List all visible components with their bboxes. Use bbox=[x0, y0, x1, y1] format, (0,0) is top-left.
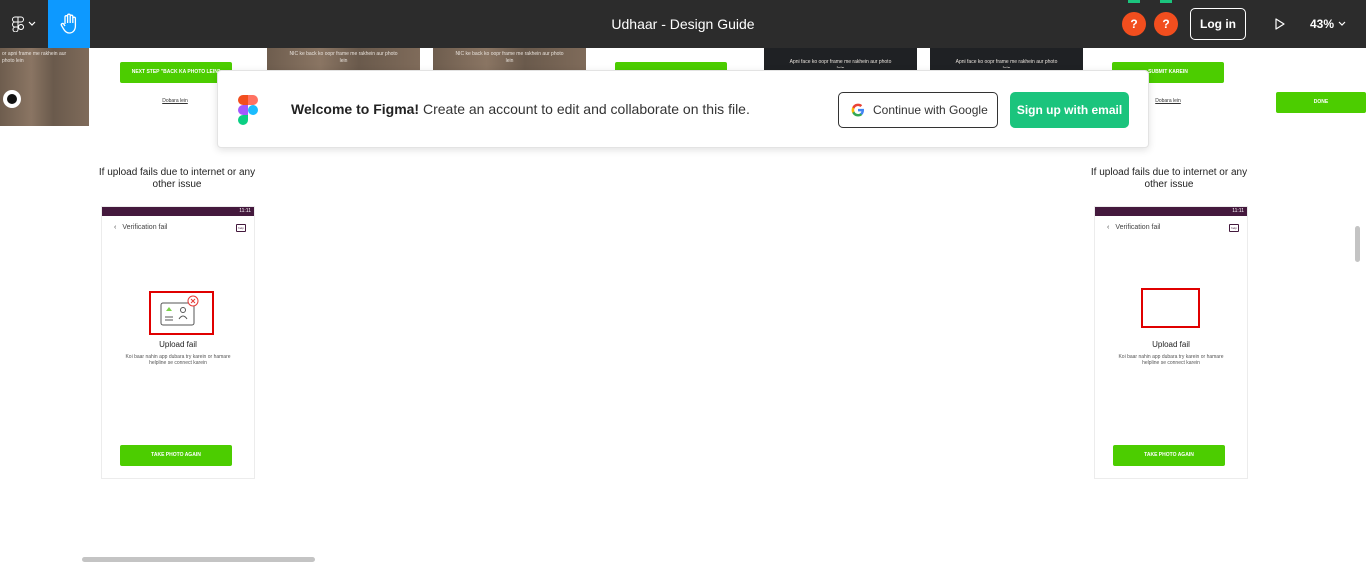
google-icon bbox=[851, 103, 864, 117]
welcome-rest: Create an account to edit and collaborat… bbox=[419, 101, 750, 117]
hand-icon bbox=[60, 13, 77, 34]
continue-with-google-button[interactable]: Continue with Google bbox=[838, 92, 998, 128]
app-header: ‹ Verification fail bbox=[114, 224, 167, 231]
user-avatar-2[interactable]: ? bbox=[1154, 12, 1178, 36]
empty-illustration-box bbox=[1141, 288, 1200, 328]
horizontal-scrollbar[interactable] bbox=[82, 557, 315, 562]
figma-menu-icon bbox=[12, 16, 24, 32]
take-photo-again-button[interactable]: TAKE PHOTO AGAIN bbox=[120, 445, 232, 466]
status-time: 11:11 bbox=[1232, 208, 1244, 214]
vertical-scrollbar[interactable] bbox=[1355, 226, 1360, 262]
left-caption: If upload fails due to internet or any o… bbox=[98, 167, 256, 190]
frame-photo-5: Apni face ko oopr frame me rakhein aur p… bbox=[930, 48, 1083, 70]
take-photo-again-button[interactable]: TAKE PHOTO AGAIN bbox=[1113, 445, 1225, 466]
dobara-lein-link-1[interactable]: Dobara lein bbox=[150, 98, 200, 104]
status-bar: 11:11 bbox=[1095, 207, 1247, 216]
upload-fail-title: Upload fail bbox=[159, 340, 197, 349]
top-bar: Udhaar - Design Guide ? ? Log in 43% bbox=[0, 0, 1366, 48]
welcome-bold: Welcome to Figma! bbox=[291, 101, 420, 117]
dobara-lein-link-2[interactable]: Dobara lein bbox=[1143, 98, 1193, 104]
frame-photo-2: NIC ke back ko oopr frame me rakhein aur… bbox=[267, 48, 420, 70]
figma-logo-icon bbox=[238, 95, 258, 125]
sign-up-with-email-button[interactable]: Sign up with email bbox=[1010, 92, 1129, 128]
frame-photo-3: NIC ke back ko oopr frame me rakhein aur… bbox=[433, 48, 586, 70]
right-phone-frame: 11:11 ‹ Verification fail help Upload fa… bbox=[1094, 206, 1248, 479]
present-button[interactable] bbox=[1268, 12, 1292, 36]
status-time: 11:11 bbox=[239, 208, 251, 214]
back-arrow-icon[interactable]: ‹ bbox=[1107, 224, 1109, 231]
upload-fail-description: Koi baar nahin app dubara try karein or … bbox=[1118, 354, 1224, 366]
zoom-level: 43% bbox=[1310, 17, 1335, 31]
help-icon[interactable]: help bbox=[1229, 224, 1239, 232]
frame-photo-1: or apni frame me rakhein aur photo lein bbox=[0, 48, 89, 126]
right-caption: If upload fails due to internet or any o… bbox=[1090, 167, 1248, 190]
avatar-indicator bbox=[1160, 0, 1172, 3]
frame-5-instruction: Apni face ko oopr frame me rakhein aur p… bbox=[955, 59, 1058, 68]
frame-2-instruction: NIC ke back ko oopr frame me rakhein aur… bbox=[289, 51, 398, 64]
hand-tool-button[interactable] bbox=[48, 0, 90, 48]
help-icon[interactable]: help bbox=[236, 224, 246, 232]
frame-1-instruction: or apni frame me rakhein aur photo lein bbox=[2, 51, 67, 64]
done-button[interactable]: DONE bbox=[1276, 92, 1366, 113]
main-menu-button[interactable] bbox=[0, 0, 48, 48]
welcome-banner: Welcome to Figma! Create an account to e… bbox=[217, 70, 1149, 148]
chevron-down-icon bbox=[1338, 21, 1346, 26]
capture-icon[interactable] bbox=[3, 90, 21, 108]
frame-3-instruction: NIC ke back ko oopr frame me rakhein aur… bbox=[455, 51, 564, 64]
upload-fail-title: Upload fail bbox=[1152, 340, 1190, 349]
google-button-label: Continue with Google bbox=[873, 103, 988, 117]
app-header: ‹ Verification fail bbox=[1107, 224, 1160, 231]
figma-viewer: or apni frame me rakhein aur photo lein … bbox=[0, 0, 1366, 568]
play-icon bbox=[1275, 18, 1285, 30]
frame-photo-4: Apni face ko oopr frame me rakhein aur p… bbox=[764, 48, 917, 70]
status-bar: 11:11 bbox=[102, 207, 254, 216]
chevron-down-icon bbox=[28, 21, 36, 26]
avatar-indicator bbox=[1128, 0, 1140, 3]
frame-4-instruction: Apni face ko oopr frame me rakhein aur p… bbox=[789, 59, 892, 68]
log-in-button[interactable]: Log in bbox=[1190, 8, 1246, 40]
header-title: Verification fail bbox=[122, 224, 168, 231]
upload-fail-description: Koi baar nahin app dubara try karein or … bbox=[125, 354, 231, 366]
back-arrow-icon[interactable]: ‹ bbox=[114, 224, 116, 231]
left-phone-frame: 11:11 ‹ Verification fail help Upload fa… bbox=[101, 206, 255, 479]
upload-fail-illustration-box bbox=[149, 291, 214, 335]
user-avatar-1[interactable]: ? bbox=[1122, 12, 1146, 36]
next-step-button[interactable]: NEXT STEP "BACK KA PHOTO LEIN" bbox=[120, 62, 232, 83]
zoom-control[interactable]: 43% bbox=[1310, 0, 1346, 48]
welcome-message: Welcome to Figma! Create an account to e… bbox=[291, 101, 750, 117]
header-title: Verification fail bbox=[1115, 224, 1161, 231]
id-card-error-icon bbox=[160, 295, 199, 326]
